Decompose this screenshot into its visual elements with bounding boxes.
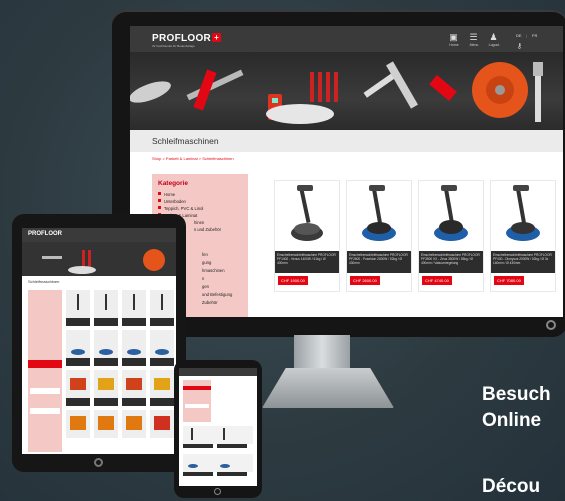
lang-de[interactable]: DE — [516, 33, 522, 38]
product-description: Einscheibenschleifmaschine PROFLOOR PF43… — [491, 251, 555, 273]
promo-line-2: Online — [482, 410, 542, 431]
tablet-filter-input[interactable] — [30, 388, 60, 394]
product-image[interactable] — [275, 181, 339, 251]
phone-device — [174, 360, 262, 498]
phone-screen — [179, 368, 257, 486]
tools-banner-image — [130, 61, 543, 124]
power-button-icon — [546, 320, 556, 330]
product-description: Einscheibenschleifmaschine PROFLOOR PF26… — [347, 251, 411, 273]
tablet-banner-image — [42, 249, 165, 274]
phone-home-button-icon — [214, 488, 221, 495]
breadcrumb[interactable]: Shop > Parkett & Laminat > Schleifmaschi… — [152, 156, 234, 161]
home-icon[interactable]: ▣ — [448, 32, 459, 42]
tablet-filter-input[interactable] — [30, 408, 60, 414]
tablet-banner — [22, 242, 176, 276]
product-image[interactable] — [419, 181, 483, 251]
sidebar-item-home[interactable]: Home — [158, 192, 175, 197]
product-image[interactable] — [347, 181, 411, 251]
tablet-sidebar — [28, 290, 62, 452]
phone-sidebar-active[interactable] — [183, 386, 211, 390]
tablet-product-grid[interactable] — [66, 290, 174, 452]
nav-home-label[interactable]: Home — [445, 43, 463, 47]
tablet-logo[interactable]: PROFLOOR — [28, 231, 62, 237]
sidebar-item-partial[interactable]: gen — [202, 284, 209, 289]
sidebar-item-partial[interactable]: gung — [202, 260, 211, 265]
sidebar-item-partial[interactable]: hinen — [194, 220, 204, 225]
bullet-icon — [158, 199, 161, 202]
site-logo[interactable]: PROFLOOR + — [152, 33, 222, 44]
nav-menu-label[interactable]: Menu — [465, 43, 483, 47]
desktop-screen: PROFLOOR + Ihr Fachhandel für Bodenbeläge… — [130, 26, 563, 317]
product-card[interactable]: Einscheibenschleifmaschine PROFLOOR PF26… — [346, 180, 412, 292]
sidebar-item-partial[interactable]: Zubehör — [202, 300, 218, 305]
tablet-device: PROFLOOR Schleifmaschinen — [12, 214, 186, 472]
phone-sidebar — [183, 380, 211, 422]
sidebar-heading: Kategorie — [158, 180, 188, 187]
tablet-page-title: Schleifmaschinen — [28, 279, 60, 284]
sidebar-item-unterboden[interactable]: Unterboden — [158, 199, 186, 204]
bullet-icon — [158, 206, 161, 209]
product-image[interactable] — [491, 181, 555, 251]
tablet-sidebar-active[interactable] — [28, 360, 62, 368]
product-card[interactable]: Einscheibenschleifmaschine PROFLOOR PF35… — [418, 180, 484, 292]
product-description: Einscheibenschleifmaschine PROFLOOR PF14… — [275, 251, 339, 273]
sidebar-item-partial[interactable]: n — [202, 276, 204, 281]
sidebar-item-teppich[interactable]: Teppich, PVC & Linol — [158, 206, 203, 211]
tablet-screen: PROFLOOR Schleifmaschinen — [22, 228, 176, 454]
lang-fr[interactable]: FR — [532, 33, 537, 38]
page-title-bar: Schleifmaschinen — [130, 130, 563, 152]
product-description: Einscheibenschleifmaschine PROFLOOR PF35… — [419, 251, 483, 273]
product-price-button[interactable]: CHF 4740.00 — [422, 276, 452, 285]
tools-banner — [130, 52, 563, 130]
product-price-button[interactable]: CHF 1900.00 — [278, 276, 308, 285]
product-card[interactable]: Einscheibenschleifmaschine PROFLOOR PF43… — [490, 180, 556, 292]
promo-line-3: Décou — [482, 476, 541, 497]
product-price-button[interactable]: CHF 2600.00 — [350, 276, 380, 285]
lang-separator: | — [526, 33, 528, 38]
site-header: PROFLOOR + Ihr Fachhandel für Bodenbeläge… — [130, 26, 563, 52]
sidebar-item-partial[interactable]: fen — [202, 252, 208, 257]
product-card[interactable]: Einscheibenschleifmaschine PROFLOOR PF14… — [274, 180, 340, 292]
tablet-home-button-icon — [94, 458, 103, 467]
sidebar-item-partial[interactable]: s und Zubehör — [194, 227, 221, 232]
sidebar-item-partial[interactable]: hmaschinen — [202, 268, 225, 273]
menu-icon[interactable]: ☰ — [468, 32, 479, 42]
product-price-button[interactable]: CHF 7080.00 — [494, 276, 524, 285]
key-icon[interactable]: ⚷ — [514, 42, 525, 52]
logo-tagline: Ihr Fachhandel für Bodenbeläge — [152, 44, 195, 48]
bullet-icon — [158, 192, 161, 195]
logo-text: PROFLOOR — [152, 33, 212, 44]
logo-plus-icon: + — [212, 33, 222, 42]
page-title: Schleifmaschinen — [152, 136, 219, 146]
phone-product-list[interactable] — [183, 426, 253, 484]
user-icon[interactable]: ♟ — [488, 32, 499, 42]
nav-logout-label[interactable]: Logout — [485, 43, 503, 47]
sidebar-item-partial[interactable]: und Befestigung — [202, 292, 232, 297]
tablet-header: PROFLOOR — [22, 228, 176, 242]
promo-line-1: Besuch — [482, 384, 551, 405]
phone-header — [179, 368, 257, 376]
monitor-stand-neck — [294, 335, 350, 371]
phone-filter-input[interactable] — [185, 404, 209, 408]
